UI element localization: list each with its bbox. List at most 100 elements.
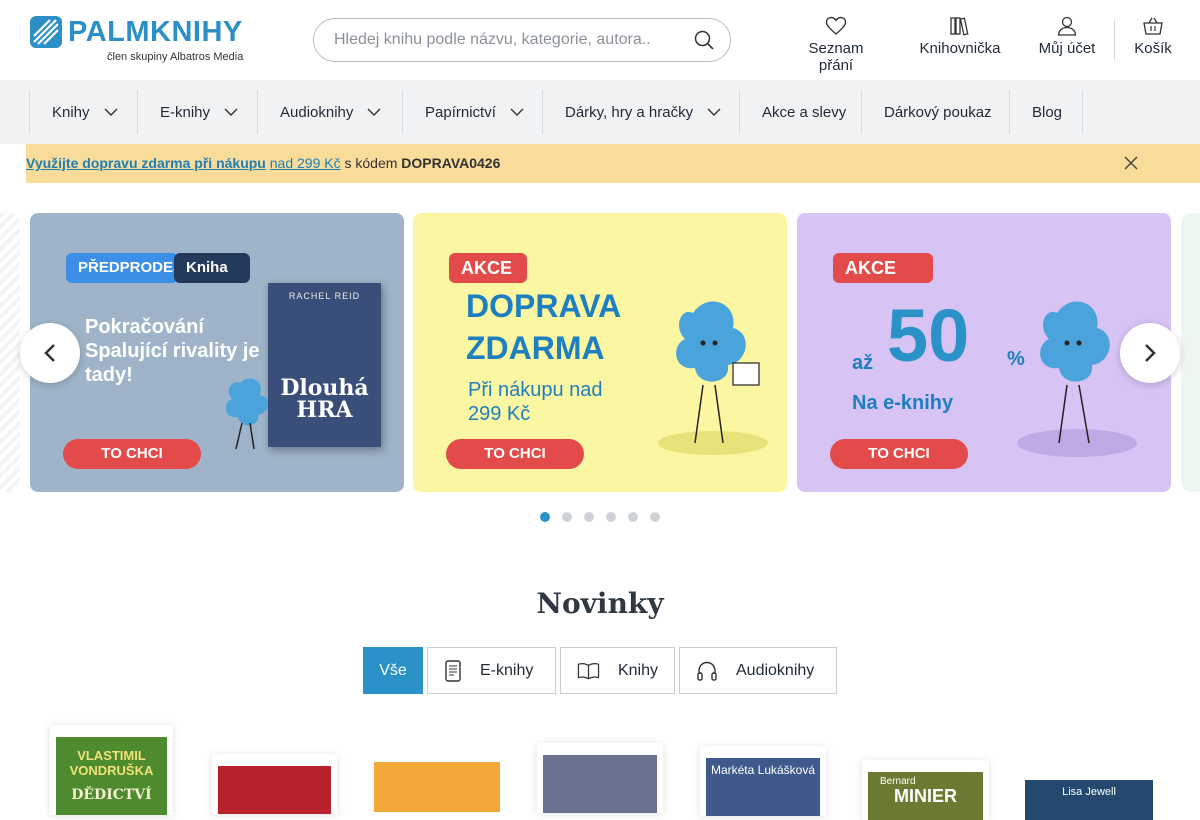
close-icon[interactable]	[1124, 156, 1138, 170]
banner-free-shipping[interactable]: AKCE DOPRAVA ZDARMA Při nákupu nad 299 K…	[413, 213, 787, 492]
tab-e-knihy[interactable]: E-knihy	[427, 647, 556, 694]
search-icon[interactable]	[694, 30, 714, 50]
book-author: RACHEL REID	[288, 291, 361, 301]
promo-link[interactable]: Využijte dopravu zdarma při nákupu	[26, 155, 266, 171]
book-card[interactable]	[212, 754, 337, 814]
preorder-tag: PŘEDPRODEJ	[66, 253, 181, 283]
cart-link[interactable]: Košík	[1130, 16, 1176, 66]
menu-item-audioknihy[interactable]: Audioknihy	[257, 90, 403, 134]
section-title: Novinky	[536, 587, 664, 620]
chevron-down-icon	[104, 108, 118, 116]
carousel-pagination	[540, 512, 660, 522]
banner-subline: Při nákupu nad 299 Kč	[468, 379, 603, 425]
banner-subline: Na e-knihy	[852, 392, 954, 414]
user-icon	[1057, 16, 1077, 36]
account-label: Můj účet	[1038, 40, 1096, 57]
tab-audioknihy[interactable]: Audioknihy	[679, 647, 837, 694]
book-card[interactable]	[537, 743, 663, 813]
book-card[interactable]: „	[374, 762, 500, 812]
carousel-prev-button[interactable]	[20, 323, 80, 383]
menu-item-label: Papírnictví	[425, 103, 496, 121]
carousel-dot[interactable]	[628, 512, 638, 522]
banner-carousel: PŘEDPRODEJ Kniha Pokračování Spalující r…	[0, 213, 1200, 493]
promo-threshold-link[interactable]: nad 299 Kč	[270, 155, 341, 171]
chevron-down-icon	[224, 108, 238, 116]
carousel-dot[interactable]	[584, 512, 594, 522]
menu-item-akce[interactable]: Akce a slevy	[739, 90, 862, 134]
cta-button[interactable]: TO CHCI	[63, 439, 201, 469]
banner-ebook-sale[interactable]: AKCE až 50 % Na e-knihy TO CHCI	[797, 213, 1171, 492]
header-divider	[1114, 20, 1115, 60]
book-title: DĚDICTVÍ	[71, 787, 152, 803]
menu-item-papirnictvi[interactable]: Papírnictví	[402, 90, 543, 134]
account-link[interactable]: Můj účet	[1036, 16, 1098, 66]
main-menu: Knihy E-knihy Audioknihy Papírnictví Dár…	[0, 80, 1200, 144]
book-cover-image: RACHEL REID Dlouhá HRA	[268, 283, 381, 447]
carousel-dot[interactable]	[650, 512, 660, 522]
library-label: Knihovnička	[919, 40, 1001, 57]
banner-preorder[interactable]: PŘEDPRODEJ Kniha Pokračování Spalující r…	[30, 213, 404, 492]
site-logo[interactable]: PALMKNIHY člen skupiny Albatros Media	[30, 16, 245, 66]
tab-vse[interactable]: Vše	[363, 647, 423, 694]
book-author: Markéta Lukášková	[710, 763, 816, 777]
menu-item-label: E-knihy	[160, 103, 211, 121]
book-author: Lisa Jewell	[1062, 786, 1116, 798]
palm-leaf-icon	[30, 16, 62, 48]
tab-knihy[interactable]: Knihy	[560, 647, 675, 694]
search-input[interactable]	[334, 29, 674, 51]
book-cover	[543, 755, 657, 813]
menu-item-blog[interactable]: Blog	[1009, 90, 1083, 134]
wishlist-label: Seznam přání	[808, 40, 864, 74]
site-header: PALMKNIHY člen skupiny Albatros Media Se…	[0, 0, 1200, 80]
menu-item-label: Blog	[1032, 103, 1063, 121]
search-box	[313, 18, 731, 62]
tab-label: Audioknihy	[736, 661, 815, 679]
menu-item-poukaz[interactable]: Dárkový poukaz	[861, 90, 1010, 134]
chevron-left-icon	[44, 344, 55, 362]
menu-item-knihy[interactable]: Knihy	[29, 90, 138, 134]
book-card[interactable]: Lisa Jewell	[1025, 780, 1153, 820]
book-cover: VLASTIMIL VONDRUŠKA DĚDICTVÍ	[56, 737, 167, 815]
book-title: „	[414, 762, 500, 801]
logo-subtitle: člen skupiny Albatros Media	[107, 51, 244, 63]
library-link[interactable]: Knihovnička	[918, 16, 1002, 66]
sale-tag: AKCE	[449, 253, 527, 283]
menu-item-darky[interactable]: Dárky, hry a hračky	[542, 90, 740, 134]
carousel-dot[interactable]	[540, 512, 550, 522]
discount-prefix: až	[852, 352, 874, 374]
book-cover: Markéta Lukášková	[706, 758, 820, 816]
book-cover: Lisa Jewell	[1025, 780, 1153, 820]
book-title: MINIER	[894, 786, 957, 806]
ereader-icon	[445, 659, 461, 682]
cta-button[interactable]: TO CHCI	[446, 439, 584, 469]
carousel-dot[interactable]	[606, 512, 616, 522]
book-cover: „	[374, 762, 500, 812]
wishlist-link[interactable]: Seznam přání	[790, 16, 882, 74]
menu-item-label: Dárky, hry a hračky	[565, 103, 694, 121]
promo-code: DOPRAVA0426	[401, 155, 501, 171]
menu-item-e-knihy[interactable]: E-knihy	[137, 90, 258, 134]
cta-button[interactable]: TO CHCI	[830, 439, 968, 469]
book-author: VLASTIMIL VONDRUŠKA	[69, 748, 154, 778]
book-card[interactable]: Bernard MINIER	[862, 760, 989, 820]
book-card[interactable]: Markéta Lukášková	[700, 746, 826, 816]
mascot-illustration	[1017, 301, 1137, 457]
book-title: Dlouhá HRA	[280, 375, 369, 423]
carousel-next-button[interactable]	[1120, 323, 1180, 383]
carousel-dot[interactable]	[562, 512, 572, 522]
book-card[interactable]: VLASTIMIL VONDRUŠKA DĚDICTVÍ	[50, 725, 173, 815]
menu-item-label: Knihy	[52, 103, 90, 121]
mascot-illustration	[225, 378, 269, 450]
menu-item-label: Akce a slevy	[762, 103, 847, 121]
mascot-illustration	[658, 301, 768, 455]
logo-text-palm: PALM	[68, 16, 151, 48]
new-books-row: VLASTIMIL VONDRUŠKA DĚDICTVÍ „ Markéta L…	[0, 720, 1200, 820]
chevron-down-icon	[510, 108, 524, 116]
book-cover: Bernard MINIER	[868, 772, 983, 820]
books-icon	[950, 17, 969, 36]
previous-slide-peek	[0, 213, 20, 492]
book-cover	[218, 766, 331, 814]
promo-bar: Využijte dopravu zdarma při nákupu nad 2…	[26, 144, 1200, 183]
chevron-down-icon	[707, 108, 721, 116]
basket-icon	[1143, 17, 1163, 35]
